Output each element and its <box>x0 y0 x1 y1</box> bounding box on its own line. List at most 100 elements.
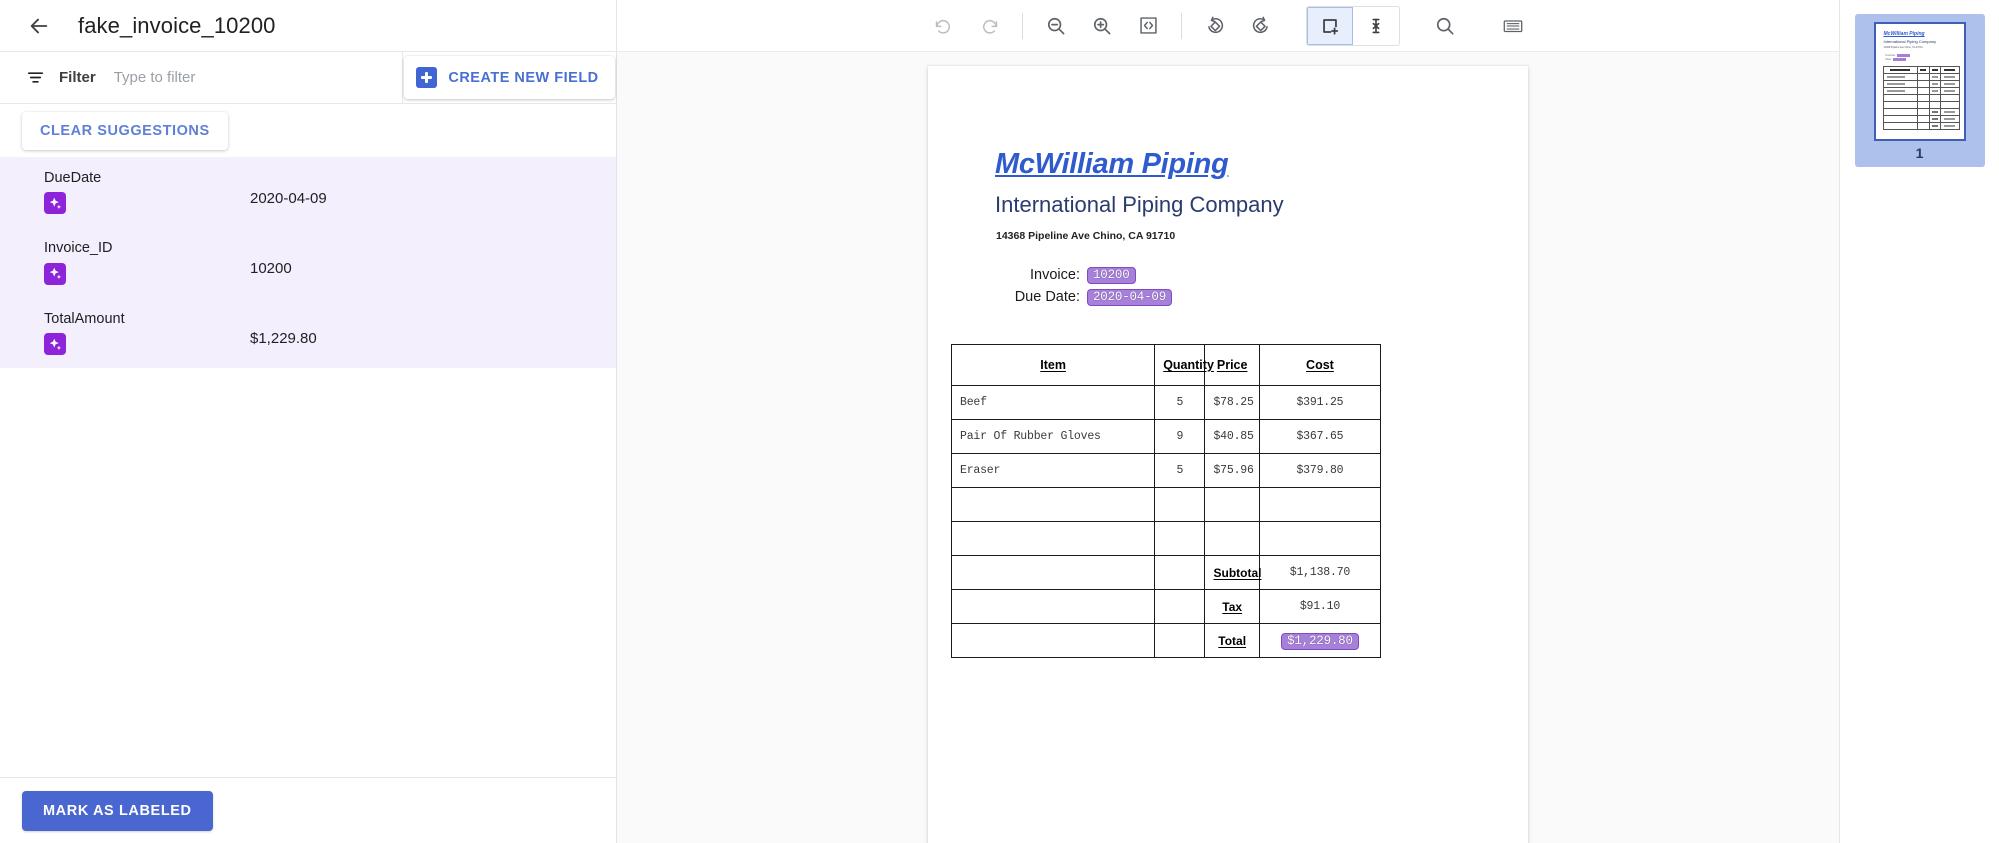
cell-quantity: 5 <box>1155 454 1205 488</box>
table-row-tax: Tax $91.10 <box>952 590 1381 624</box>
field-name-column: Invoice_ID <box>0 240 208 284</box>
zoom-out-icon[interactable] <box>1033 7 1079 45</box>
list-item[interactable]: TotalAmount $1,229.80 <box>0 298 616 368</box>
undo-icon[interactable] <box>920 7 966 45</box>
create-new-field-button[interactable]: CREATE NEW FIELD <box>404 56 614 99</box>
thumbnail-annotation <box>1897 54 1910 57</box>
invoice-duedate-row: Due Date: 2020-04-09 <box>996 286 1528 308</box>
table-header-quantity: Quantity <box>1155 345 1205 386</box>
invoice-line-items-table: Item Quantity Price Cost <box>951 344 1381 658</box>
invoice-company-name: McWilliam Piping <box>995 148 1528 181</box>
cell-item <box>952 522 1155 556</box>
filter-bar: Filter CREATE NEW FIELD <box>0 52 616 104</box>
field-name-column: DueDate <box>0 170 208 214</box>
thumbnail-company: McWilliam Piping <box>1884 31 1964 37</box>
sidebar-header: fake_invoice_10200 <box>0 0 616 52</box>
ai-sparkle-icon <box>44 263 66 285</box>
filter-icon <box>26 68 45 87</box>
cell-tax-value: $91.10 <box>1259 590 1380 624</box>
field-label: Invoice_ID <box>44 240 208 257</box>
cell-price <box>1205 522 1259 556</box>
search-icon[interactable] <box>1422 7 1468 45</box>
field-value: $1,229.80 <box>250 330 317 347</box>
annotation-invoice-id[interactable]: 10200 <box>1087 267 1136 284</box>
table-header-cost: Cost <box>1259 345 1380 386</box>
page-thumbnails-panel: McWilliam Piping International Piping Co… <box>1839 0 1999 843</box>
column-label: Price <box>1217 358 1248 372</box>
column-label: Item <box>1040 358 1066 372</box>
thumbnail-page-number: 1 <box>1916 145 1924 161</box>
cell-cost: $391.25 <box>1259 386 1380 420</box>
field-value: 10200 <box>250 260 292 277</box>
keyboard-icon[interactable] <box>1490 7 1536 45</box>
cell-price <box>1205 488 1259 522</box>
arrow-back-icon[interactable] <box>22 9 56 43</box>
invoice-company-address: 14368 Pipeline Ave Chino, CA 91710 <box>996 230 1528 242</box>
filter-input-group: Filter <box>0 52 403 103</box>
cell-cost <box>1259 522 1380 556</box>
sidebar-footer: MARK AS LABELED <box>0 777 616 843</box>
field-value-column: 10200 <box>208 240 616 284</box>
thumbnail-page-1[interactable]: McWilliam Piping International Piping Co… <box>1855 14 1985 167</box>
document-page-1[interactable]: McWilliam Piping International Piping Co… <box>928 66 1528 843</box>
cell-summary-label: Total <box>1205 624 1259 658</box>
annotation-mode-group <box>1306 6 1400 46</box>
annotation-total-amount[interactable]: $1,229.80 <box>1281 633 1359 650</box>
cell-price: $75.96 <box>1205 454 1259 488</box>
cell-quantity: 9 <box>1155 420 1205 454</box>
invoice-company-subtitle: International Piping Company <box>995 192 1528 218</box>
invoice-number-row: Invoice: 10200 <box>996 264 1528 286</box>
viewer-toolbar <box>617 0 1839 52</box>
cell-total-value: $1,229.80 <box>1259 624 1380 658</box>
zoom-in-icon[interactable] <box>1079 7 1125 45</box>
field-value-column: $1,229.80 <box>208 311 616 355</box>
cell-empty <box>1155 624 1205 658</box>
table-header-item: Item <box>952 345 1155 386</box>
cell-item <box>952 488 1155 522</box>
list-item[interactable]: Invoice_ID 10200 <box>0 227 616 297</box>
total-label: Total <box>1213 634 1250 648</box>
redo-icon[interactable] <box>966 7 1012 45</box>
cell-item: Beef <box>952 386 1155 420</box>
thumbnail-meta: Invoice: Due: <box>1886 53 1964 61</box>
cell-cost <box>1259 488 1380 522</box>
table-header-row: Item Quantity Price Cost <box>952 345 1381 386</box>
thumbnail-annotation <box>1893 58 1906 61</box>
page-canvas[interactable]: McWilliam Piping International Piping Co… <box>617 52 1839 843</box>
draw-box-icon[interactable] <box>1307 7 1353 45</box>
column-label: Quantity <box>1163 358 1214 372</box>
cell-quantity <box>1155 522 1205 556</box>
plus-square-icon <box>416 67 437 88</box>
cell-empty <box>952 590 1155 624</box>
cell-summary-label: Subtotal <box>1205 556 1259 590</box>
field-value: 2020-04-09 <box>250 190 327 207</box>
annotation-due-date[interactable]: 2020-04-09 <box>1087 289 1172 306</box>
create-field-container: CREATE NEW FIELD <box>403 52 616 103</box>
cell-empty <box>952 624 1155 658</box>
cell-quantity <box>1155 488 1205 522</box>
field-label: TotalAmount <box>44 311 208 328</box>
rotate-right-icon[interactable] <box>1238 7 1284 45</box>
thumbnail-preview: McWilliam Piping International Piping Co… <box>1874 22 1966 141</box>
fit-width-icon[interactable] <box>1125 7 1171 45</box>
search-input[interactable] <box>110 69 350 86</box>
document-viewer: McWilliam Piping International Piping Co… <box>617 0 1839 843</box>
cell-cost: $367.65 <box>1259 420 1380 454</box>
clear-suggestions-button[interactable]: CLEAR SUGGESTIONS <box>22 112 228 150</box>
field-label: DueDate <box>44 170 208 187</box>
thumbnail-subtitle: International Piping Company <box>1884 39 1964 44</box>
table-row: Eraser 5 $75.96 $379.80 <box>952 454 1381 488</box>
rotate-left-icon[interactable] <box>1192 7 1238 45</box>
filter-label: Filter <box>59 69 96 86</box>
extracted-fields-list: DueDate 2020-04-09 <box>0 157 616 777</box>
thumbnail-table <box>1883 66 1960 130</box>
field-name-column: TotalAmount <box>0 311 208 355</box>
table-body: Beef 5 $78.25 $391.25 Pair Of Rubber Glo… <box>952 386 1381 658</box>
ai-sparkle-icon <box>44 333 66 355</box>
mark-as-labeled-button[interactable]: MARK AS LABELED <box>22 791 213 831</box>
clear-suggestions-row: CLEAR SUGGESTIONS <box>0 104 616 157</box>
select-text-icon[interactable] <box>1353 7 1399 45</box>
table-row: Pair Of Rubber Gloves 9 $40.85 $367.65 <box>952 420 1381 454</box>
list-item[interactable]: DueDate 2020-04-09 <box>0 157 616 227</box>
table-row: Beef 5 $78.25 $391.25 <box>952 386 1381 420</box>
